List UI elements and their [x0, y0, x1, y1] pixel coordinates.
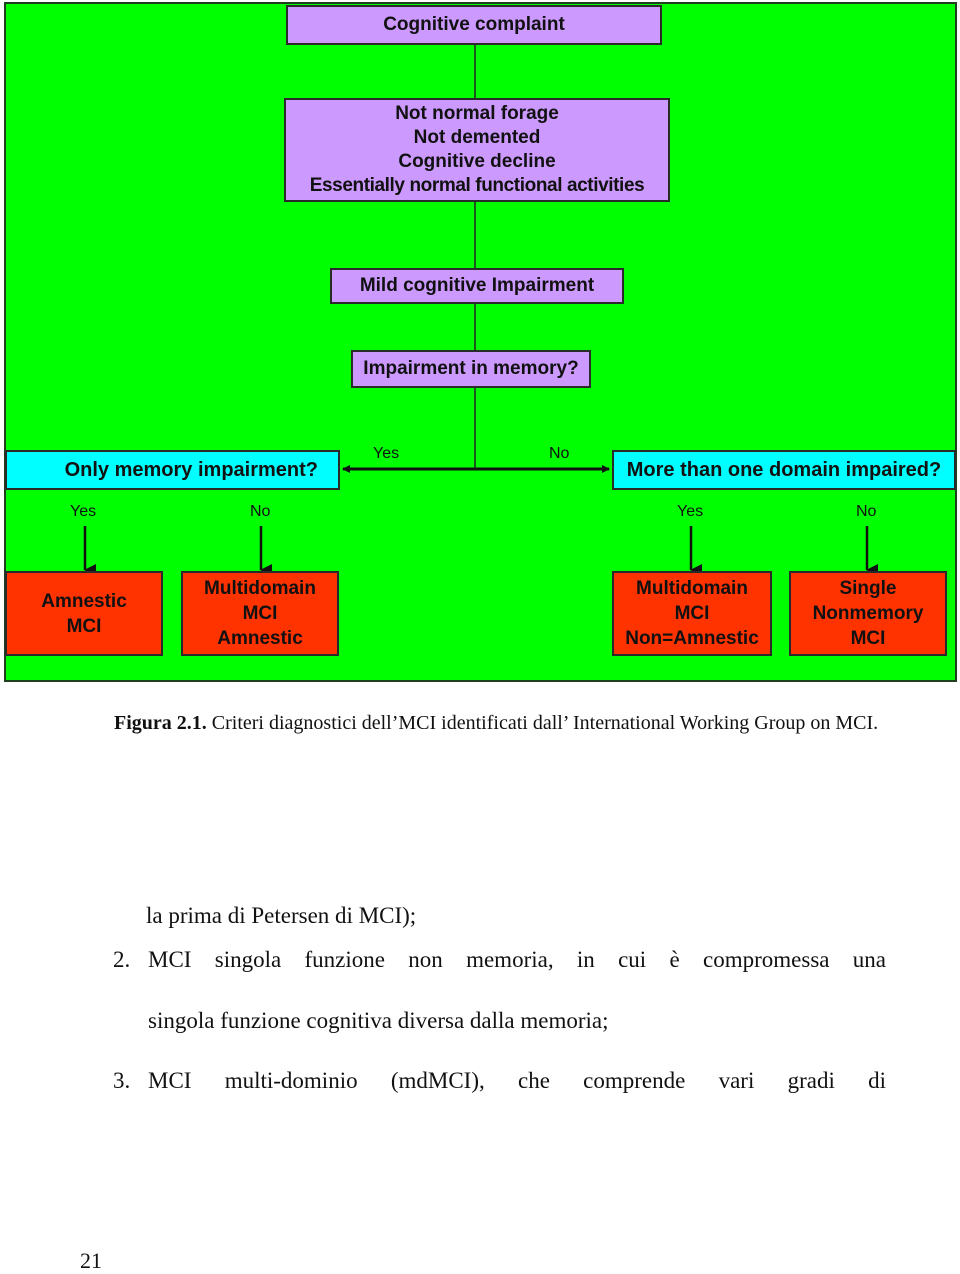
outcome-amnestic-mci: Amnestic MCI [5, 571, 163, 656]
node-text: Mild cognitive Impairment [359, 275, 595, 296]
criteria-line: Essentially normal functional activities [309, 175, 645, 196]
outcome-line: MCI [850, 628, 886, 649]
outcome-line: Nonmemory [812, 603, 924, 624]
outcome-line: Multidomain [204, 578, 316, 599]
outcome-line: Non=Amnestic [625, 628, 759, 649]
outcome-multidomain-amnestic: Multidomain MCI Amnestic [181, 571, 339, 656]
figure-caption: Figura 2.1. Criteri diagnostici dell’MCI… [78, 710, 886, 737]
node-cognitive-complaint: Cognitive complaint [286, 5, 662, 45]
node-text: Cognitive complaint [383, 14, 565, 35]
node-text: More than one domain impaired? [626, 458, 942, 481]
label-no: No [856, 503, 877, 520]
node-more-domains-question: More than one domain impaired? [612, 450, 956, 490]
list-item-2-line-1: MCI singola funzione non memoria, in cui… [148, 947, 886, 973]
outcome-single-nonmemory: Single Nonmemory MCI [789, 571, 947, 656]
node-only-memory-question: Only memory impairment? [5, 450, 340, 490]
node-criteria: Not normal forage Not demented Cognitive… [284, 98, 670, 202]
criteria-line: Not demented [413, 127, 541, 148]
outcome-line: Amnestic [217, 628, 303, 649]
outcome-multidomain-non-amnestic: Multidomain MCI Non=Amnestic [612, 571, 772, 656]
label-yes: Yes [677, 503, 704, 520]
list-number-3: 3. [113, 1068, 131, 1093]
outcome-line: Single [839, 578, 897, 599]
outcome-line: MCI [242, 603, 278, 624]
outcome-line: Multidomain [636, 578, 748, 599]
page-number: 21 [80, 1248, 102, 1273]
criteria-line: Cognitive decline [398, 151, 556, 172]
caption-label: Figura 2.1. [114, 712, 207, 734]
body-line: la prima di Petersen di MCI); [146, 903, 417, 928]
body-line: MCI multi-dominio (mdMCI), che comprende… [148, 1068, 886, 1093]
label-no: No [250, 503, 271, 520]
label-no: No [549, 445, 570, 462]
criteria-line: Not normal forage [395, 103, 559, 124]
outcome-line: MCI [674, 603, 710, 624]
caption-text: Criteri diagnostici dell’MCI identificat… [206, 712, 879, 734]
node-text: Impairment in memory? [363, 358, 579, 379]
list-number-2: 2. [113, 947, 131, 972]
label-yes: Yes [70, 503, 97, 520]
node-text: Only memory impairment? [64, 458, 318, 481]
outcome-line: Amnestic [41, 590, 127, 612]
body-line: MCI singola funzione non memoria, in cui… [148, 947, 886, 972]
outcome-line: MCI [66, 615, 102, 637]
label-yes: Yes [373, 445, 400, 462]
node-mild-cognitive-impairment: Mild cognitive Impairment [330, 268, 624, 304]
list-item-2-line-2: singola funzione cognitiva diversa dalla… [148, 1008, 609, 1033]
list-item-3-line-1: MCI multi-dominio (mdMCI), che comprende… [148, 1068, 886, 1094]
node-memory-question: Impairment in memory? [351, 350, 591, 388]
